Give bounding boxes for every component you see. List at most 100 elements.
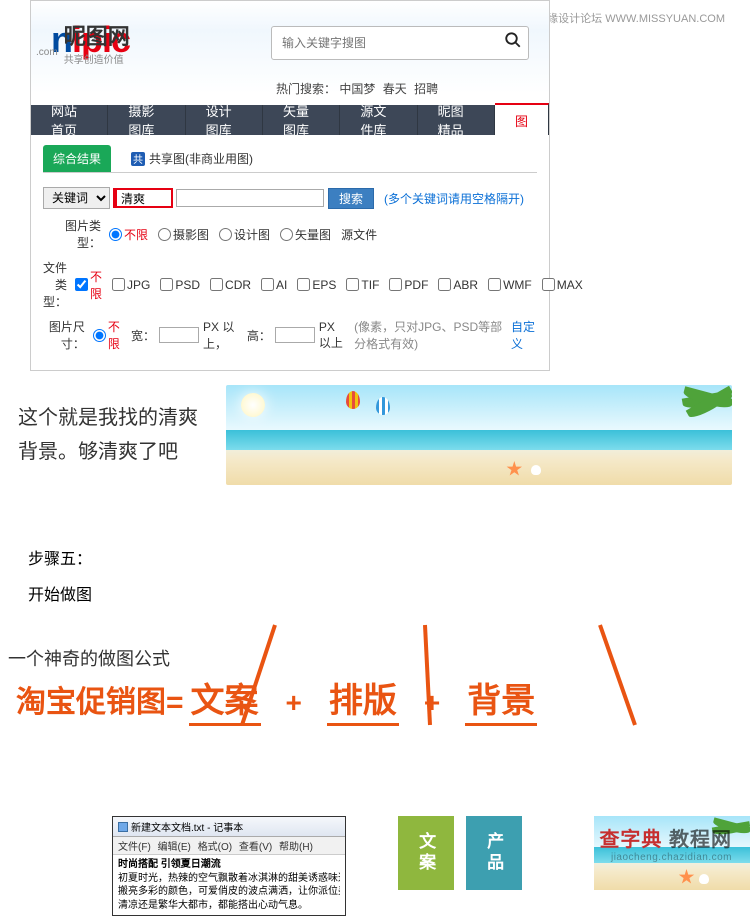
- formula-lhs: 淘宝促销图=: [16, 677, 184, 721]
- dim-px1: PX 以上，: [203, 318, 243, 352]
- keyword-input[interactable]: [113, 188, 173, 208]
- dim-px2: PX 以上: [319, 320, 350, 351]
- logo-slogan: 共享创造价值: [64, 51, 130, 66]
- file-type-eps[interactable]: EPS: [297, 278, 336, 292]
- keyword-select[interactable]: 关键词: [43, 187, 110, 209]
- notepad-menu: 文件(F) 编辑(E) 格式(O) 查看(V) 帮助(H): [113, 837, 345, 855]
- dim-custom[interactable]: 自定义: [511, 318, 537, 352]
- watermark-main: 查字典 教程网: [599, 823, 732, 852]
- nav-image[interactable]: 图: [495, 103, 549, 135]
- hot-link[interactable]: 春天: [383, 82, 407, 96]
- search-icon[interactable]: [498, 31, 528, 54]
- dim-unlimited[interactable]: 不限: [93, 318, 121, 352]
- file-type-unlimited[interactable]: 不限: [75, 268, 102, 302]
- file-type-ai[interactable]: AI: [261, 278, 287, 292]
- formula: 淘宝促销图= 文案 + 排版 + 背景: [16, 673, 750, 726]
- dim-h-label: 高：: [247, 327, 271, 344]
- pic-type-vector[interactable]: 矢量图: [280, 226, 331, 243]
- notepad-icon: [118, 822, 128, 832]
- hot-link[interactable]: 招聘: [414, 82, 438, 96]
- annotation-row: 这个就是我找的清爽 背景。够清爽了吧: [0, 385, 750, 485]
- file-type-row: 文件类型： 不限 JPG PSD CDR AI EPS TIF PDF ABR …: [43, 259, 537, 310]
- dim-h-input[interactable]: [275, 327, 315, 343]
- annotation-line2: 背景。够清爽了吧: [18, 435, 216, 469]
- dim-row: 图片尺寸： 不限 宽： PX 以上， 高： PX 以上 (像素，只对JPG、PS…: [43, 318, 537, 352]
- tab-share[interactable]: 共 共享图(非商业用图): [121, 145, 263, 172]
- main-nav: 网站首页 摄影图库 设计图库 矢量图库 源文件库 昵图精品 图: [31, 105, 549, 135]
- nav-vector[interactable]: 矢量图库: [263, 105, 340, 135]
- nav-design[interactable]: 设计图库: [186, 105, 263, 135]
- search-box[interactable]: [271, 26, 529, 60]
- keyword-hint: (多个关键词请用空格隔开): [384, 190, 524, 207]
- tab-share-label: 共享图(非商业用图): [149, 150, 253, 167]
- notepad-title: 新建文本文档.txt - 记事本: [113, 817, 345, 837]
- nav-featured[interactable]: 昵图精品: [418, 105, 495, 135]
- np-line: 时尚搭配 引领夏日潮流: [118, 858, 340, 872]
- header-row: nipic .com 昵图网 共享创造价值: [31, 1, 549, 76]
- pic-type-design[interactable]: 设计图: [219, 226, 270, 243]
- logo-com: .com: [36, 47, 58, 58]
- tab-all[interactable]: 综合结果: [43, 145, 111, 172]
- np-line: 初夏时光，热辣的空气飘散着冰淇淋的甜美诱惑味道: [118, 872, 340, 886]
- logo: nipic .com 昵图网 共享创造价值: [51, 19, 130, 66]
- dim-hint: (像素，只对JPG、PSD等部分格式有效): [354, 318, 507, 352]
- np-line: 搬亮多彩的颜色，可爱俏皮的波点满洒，让你派位美丽海滩。: [118, 885, 340, 899]
- menu-view[interactable]: 查看(V): [239, 842, 272, 853]
- watermark-sub: jiaocheng.chazidian.com: [599, 852, 732, 863]
- formula-plus-1: +: [286, 687, 302, 719]
- watermark-bottom: 查字典 教程网 jiaocheng.chazidian.com: [599, 823, 732, 863]
- formula-term-bg: 背景: [465, 673, 537, 726]
- keyword-extra-input[interactable]: [176, 189, 324, 207]
- pic-type-label: 图片类型：: [43, 217, 101, 251]
- menu-format[interactable]: 格式(O): [198, 842, 232, 853]
- hot-label: 热门搜索：: [276, 82, 336, 96]
- watermark-top: 思缘设计论坛 WWW.MISSYUAN.COM: [536, 10, 725, 26]
- dim-w-input[interactable]: [159, 327, 199, 343]
- formula-intro: 一个神奇的做图公式: [8, 645, 750, 671]
- file-type-cdr[interactable]: CDR: [210, 278, 251, 292]
- search-button[interactable]: 搜索: [328, 188, 374, 209]
- block-copy: 文案: [398, 816, 454, 890]
- tabs: 综合结果 共 共享图(非商业用图): [43, 145, 537, 173]
- formula-term-layout: 排版: [327, 673, 399, 726]
- filter-panel: 综合结果 共 共享图(非商业用图) 关键词 搜索 (多个关键词请用空格隔开) 图…: [31, 135, 549, 370]
- nav-photo[interactable]: 摄影图库: [108, 105, 185, 135]
- file-type-max[interactable]: MAX: [542, 278, 583, 292]
- pic-type-row: 图片类型： 不限 摄影图 设计图 矢量图 源文件: [43, 217, 537, 251]
- nipic-screenshot: nipic .com 昵图网 共享创造价值 热门搜索： 中国梦 春天 招聘 网站…: [30, 0, 550, 371]
- nav-source[interactable]: 源文件库: [340, 105, 417, 135]
- search-input[interactable]: [272, 36, 498, 50]
- file-type-psd[interactable]: PSD: [160, 278, 200, 292]
- share-icon: 共: [131, 152, 145, 166]
- step-title: 步骤五：: [28, 545, 750, 569]
- file-type-label: 文件类型：: [43, 259, 67, 310]
- logo-cn: 昵图网: [64, 19, 130, 51]
- pic-type-source[interactable]: 源文件: [341, 226, 377, 243]
- formula-term-copy: 文案: [189, 673, 261, 726]
- menu-edit[interactable]: 编辑(E): [158, 842, 191, 853]
- notepad-body: 时尚搭配 引领夏日潮流 初夏时光，热辣的空气飘散着冰淇淋的甜美诱惑味道 搬亮多彩…: [113, 855, 345, 915]
- beach-image: [226, 385, 732, 485]
- dim-w-label: 宽：: [131, 327, 155, 344]
- pic-type-unlimited[interactable]: 不限: [109, 226, 148, 243]
- hot-link[interactable]: 中国梦: [339, 82, 375, 96]
- file-type-pdf[interactable]: PDF: [389, 278, 428, 292]
- formula-plus-2: +: [424, 687, 440, 719]
- step-section: 步骤五： 开始做图: [28, 545, 750, 605]
- notepad: 新建文本文档.txt - 记事本 文件(F) 编辑(E) 格式(O) 查看(V)…: [112, 816, 346, 916]
- menu-help[interactable]: 帮助(H): [279, 842, 313, 853]
- np-line: 清凉还是繁华大都市，都能搭出心动气息。: [118, 899, 340, 913]
- step-sub: 开始做图: [28, 581, 750, 605]
- file-type-wmf[interactable]: WMF: [488, 278, 532, 292]
- file-type-tif[interactable]: TIF: [346, 278, 379, 292]
- pic-type-photo[interactable]: 摄影图: [158, 226, 209, 243]
- annotation-text: 这个就是我找的清爽 背景。够清爽了吧: [18, 401, 216, 469]
- block-product: 产品: [466, 816, 522, 890]
- nav-home[interactable]: 网站首页: [31, 105, 108, 135]
- annotation-line1: 这个就是我找的清爽: [18, 401, 216, 435]
- file-type-abr[interactable]: ABR: [438, 278, 478, 292]
- menu-file[interactable]: 文件(F): [118, 842, 151, 853]
- keyword-row: 关键词 搜索 (多个关键词请用空格隔开): [43, 187, 537, 209]
- dim-label: 图片尺寸：: [43, 318, 85, 352]
- file-type-jpg[interactable]: JPG: [112, 278, 150, 292]
